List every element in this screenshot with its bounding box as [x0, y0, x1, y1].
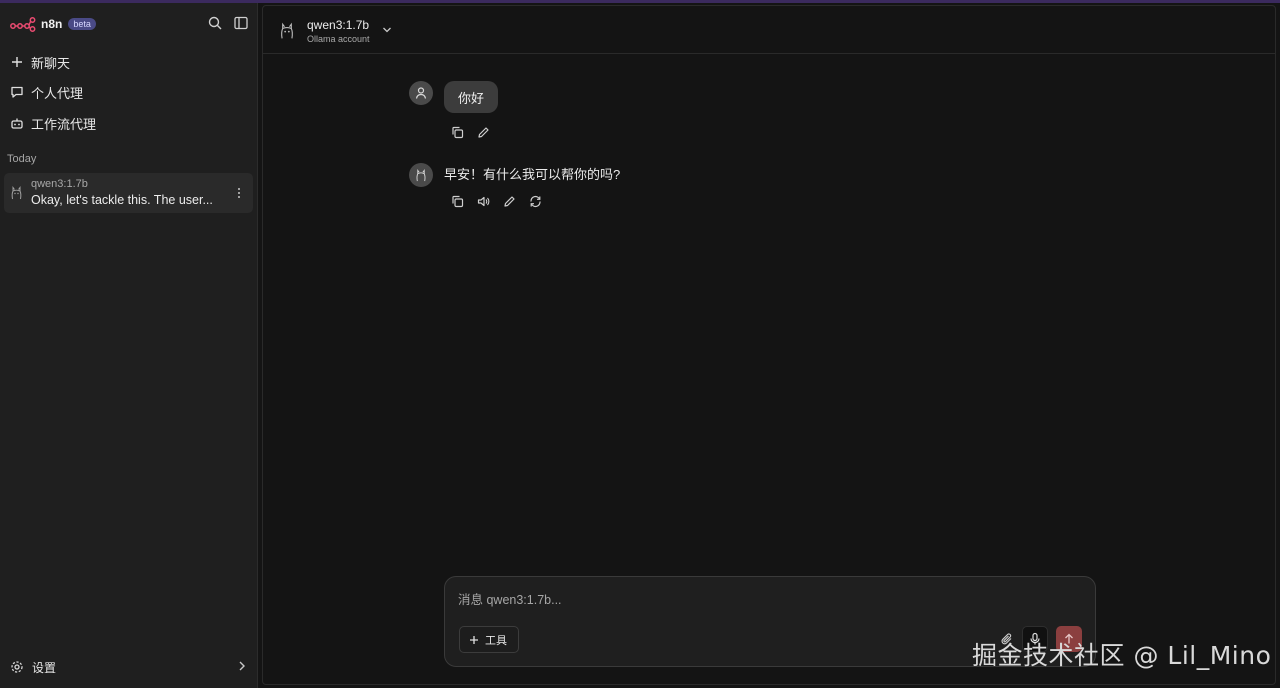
chat-history-item[interactable]: qwen3:1.7b Okay, let's tackle this. The …: [4, 173, 253, 213]
beta-badge: beta: [68, 18, 96, 30]
n8n-logo-icon: [10, 17, 36, 32]
section-today-label: Today: [7, 153, 37, 165]
chat-item-preview: Okay, let's tackle this. The user...: [31, 193, 213, 207]
model-name: qwen3:1.7b: [307, 17, 370, 32]
workflow-agents-label: 工作流代理: [31, 116, 97, 132]
copy-icon: [451, 195, 463, 207]
sidebar-panel-icon: [234, 16, 248, 30]
llama-icon: [416, 168, 426, 181]
chevron-right-icon: [239, 661, 245, 671]
chat-item-more-button[interactable]: [233, 185, 245, 201]
new-chat-button[interactable]: 新聊天: [4, 48, 254, 76]
refresh-icon: [529, 195, 541, 207]
user-message-bubble: 你好: [444, 81, 499, 113]
copy-assistant-message-button[interactable]: [449, 193, 465, 209]
llama-icon: [11, 186, 22, 200]
chat-item-title: qwen3:1.7b: [31, 178, 88, 190]
more-vertical-icon: [238, 188, 240, 198]
assistant-avatar: [409, 163, 433, 187]
speaker-icon: [477, 196, 489, 206]
chat-bubble-icon: [11, 86, 23, 98]
personal-agents-button[interactable]: 个人代理: [4, 78, 254, 106]
user-icon: [415, 87, 427, 99]
brand[interactable]: n8n beta: [10, 13, 96, 35]
pencil-icon: [503, 195, 515, 207]
chat-panel: qwen3:1.7b Ollama account 你好 早安！有什么我可以帮你…: [262, 5, 1276, 685]
personal-agents-label: 个人代理: [31, 85, 84, 101]
llama-icon: [281, 22, 293, 39]
tools-button[interactable]: 工具: [459, 626, 519, 653]
pencil-icon: [477, 126, 489, 138]
regenerate-button[interactable]: [527, 193, 543, 209]
model-selector[interactable]: qwen3:1.7b Ollama account: [279, 16, 392, 46]
chat-header: qwen3:1.7b Ollama account: [263, 6, 1275, 54]
edit-user-message-button[interactable]: [475, 124, 491, 140]
workflow-agents-button[interactable]: 工作流代理: [4, 109, 254, 137]
robot-icon: [11, 118, 23, 129]
assistant-message-text: 早安！有什么我可以帮你的吗?: [444, 167, 621, 182]
search-icon: [208, 16, 222, 30]
copy-icon: [451, 126, 463, 138]
search-button[interactable]: [206, 14, 224, 32]
plus-icon: [12, 57, 22, 67]
message-input[interactable]: [458, 589, 1058, 611]
tools-label: 工具: [485, 634, 507, 647]
settings-button[interactable]: 设置: [4, 654, 254, 680]
new-chat-label: 新聊天: [31, 55, 71, 71]
read-aloud-button[interactable]: [475, 193, 491, 209]
watermark: 掘金技术社区 @ Lil_Mino: [972, 641, 1272, 670]
user-avatar: [409, 81, 433, 105]
chevron-down-icon: [382, 27, 391, 33]
sidebar: n8n beta 新聊天 个人代理 工作流代理 Today qwen3:1.7b…: [0, 3, 258, 688]
toggle-sidebar-button[interactable]: [232, 14, 250, 32]
model-account: Ollama account: [307, 33, 370, 44]
plus-icon: [470, 635, 478, 644]
brand-name: n8n: [41, 17, 63, 31]
edit-assistant-message-button[interactable]: [501, 193, 517, 209]
gear-icon: [11, 661, 23, 673]
model-text: qwen3:1.7b Ollama account: [307, 18, 370, 45]
settings-label: 设置: [32, 660, 57, 675]
copy-user-message-button[interactable]: [449, 124, 465, 140]
